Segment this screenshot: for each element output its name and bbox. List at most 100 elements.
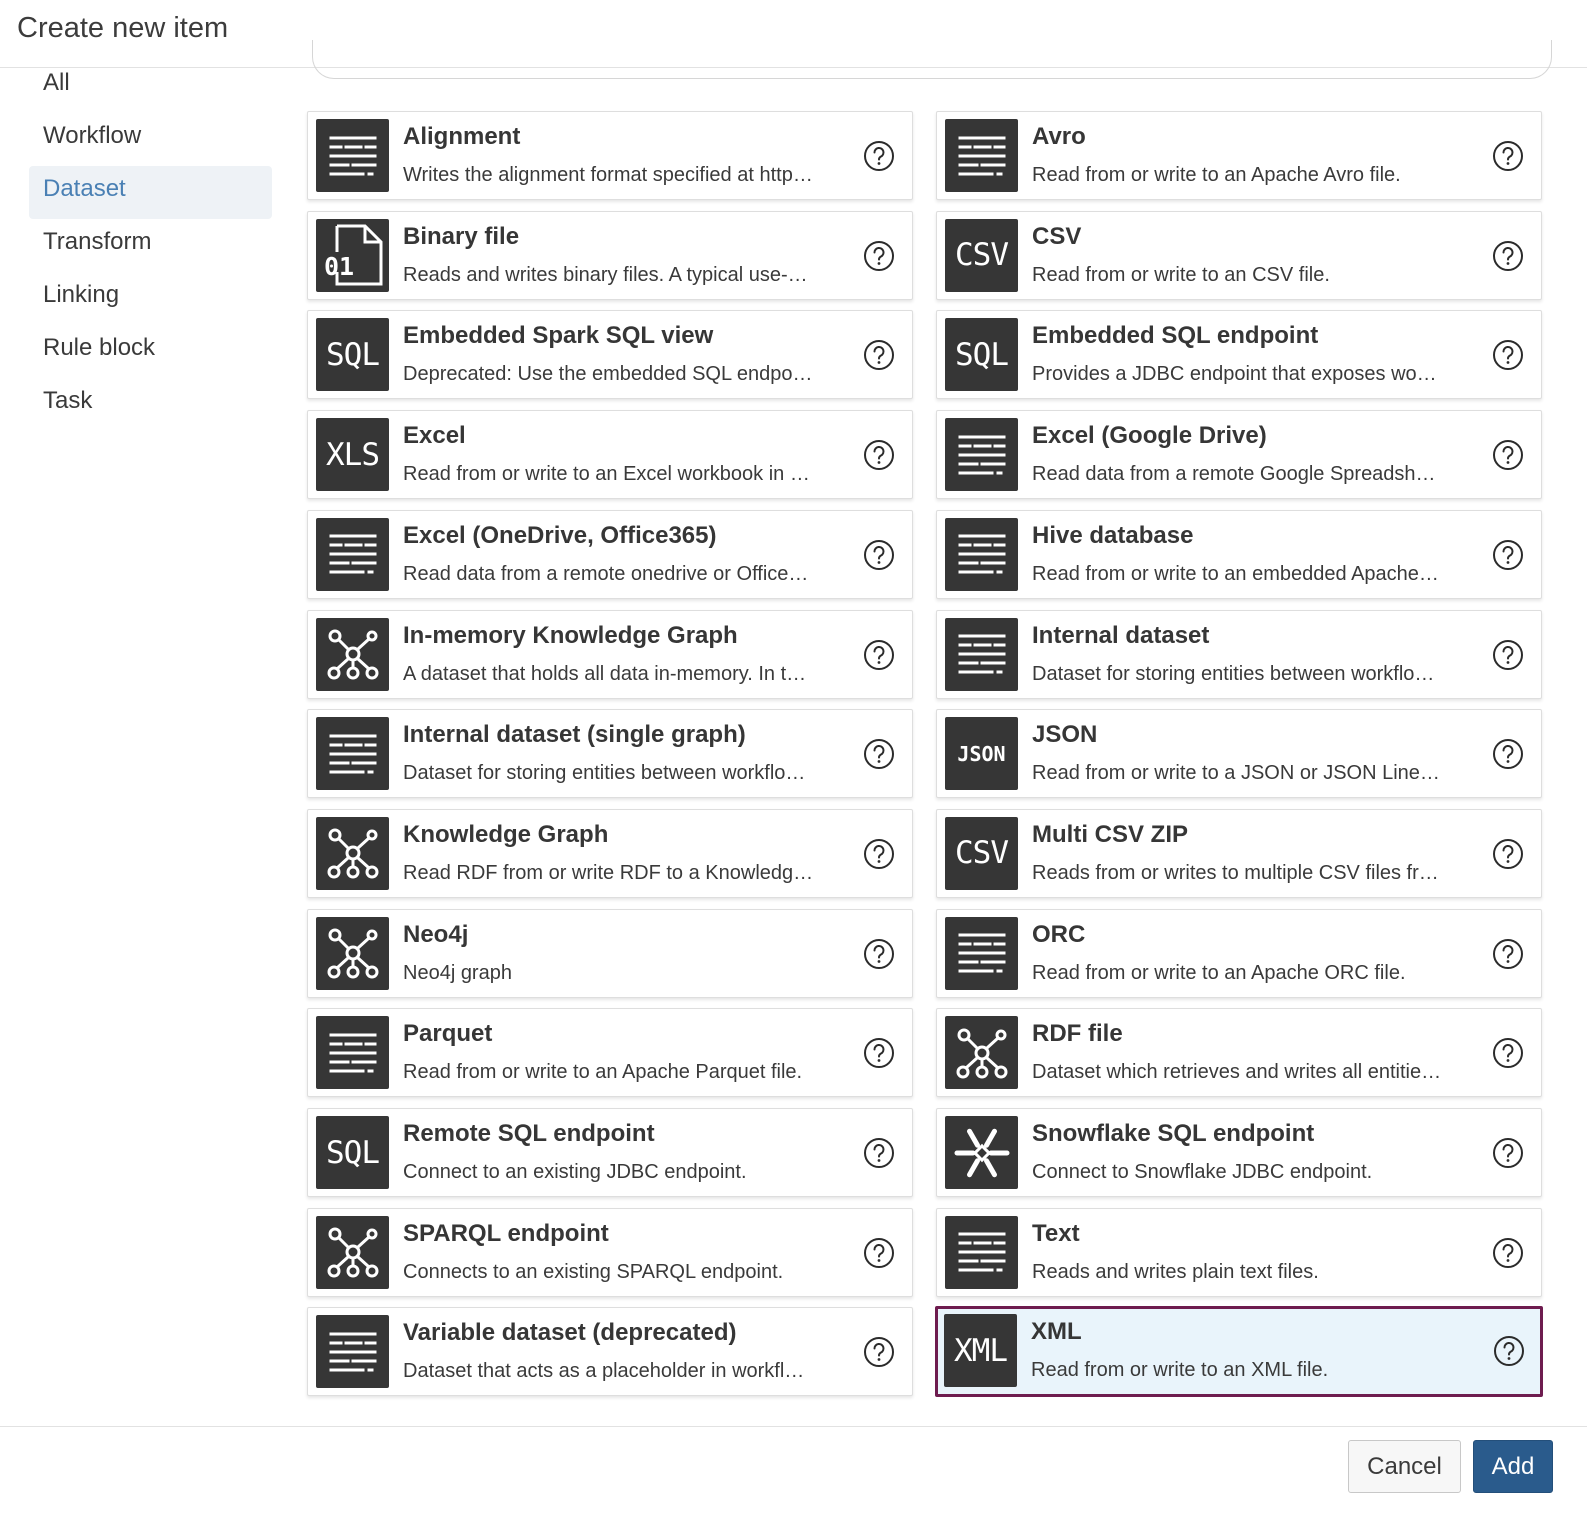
item-title: Variable dataset (deprecated) xyxy=(403,1319,737,1347)
item-title: Alignment xyxy=(403,123,521,150)
item-card-parquet[interactable]: Parquet Read from or write to an Apache P… xyxy=(307,1008,913,1098)
item-title: Binary file xyxy=(403,222,520,250)
help-icon[interactable] xyxy=(1492,1237,1524,1269)
help-icon[interactable] xyxy=(863,140,895,172)
icon-label: JSON xyxy=(957,741,1006,766)
icon-label: CSV xyxy=(955,835,1009,872)
item-description: Dataset which retrieves and writes all e… xyxy=(1032,1061,1442,1084)
xls-icon: XLS xyxy=(316,418,389,492)
sidebar-item-transform[interactable]: Transform xyxy=(29,219,272,272)
help-icon[interactable] xyxy=(863,838,895,870)
item-card-excel[interactable]: XLS Excel Read from or write to an Excel w… xyxy=(307,410,913,500)
item-title: JSON xyxy=(1032,721,1098,749)
help-icon[interactable] xyxy=(1492,1137,1524,1169)
item-description: Connects to an existing SPARQL endpoint. xyxy=(403,1260,784,1283)
item-card-internal-dataset[interactable]: Internal dataset Dataset for storing enti… xyxy=(936,609,1542,699)
doc-lines-icon xyxy=(945,517,1018,591)
help-icon[interactable] xyxy=(863,240,895,272)
item-description: Provides a JDBC endpoint that exposes wo… xyxy=(1032,363,1437,386)
item-description: Read data from a remote onedrive or Offi… xyxy=(403,562,809,585)
help-icon[interactable] xyxy=(1492,838,1524,870)
graph-icon xyxy=(945,1016,1018,1090)
sidebar-item-rule-block[interactable]: Rule block xyxy=(29,325,272,378)
item-card-csv[interactable]: CSV CSV Read from or write to an CSV file. xyxy=(936,210,1542,300)
item-card-sparql-endpoint[interactable]: SPARQL endpoint Connects to an existing S… xyxy=(307,1207,913,1297)
help-icon[interactable] xyxy=(1492,339,1524,371)
item-card-neo4j[interactable]: Neo4j Neo4j graph xyxy=(307,908,913,998)
graph-icon xyxy=(316,816,389,890)
item-card-internal-dataset-single-graph[interactable]: Internal dataset (single graph) Dataset f… xyxy=(307,709,913,799)
json-icon: JSON xyxy=(945,717,1018,791)
sidebar-item-workflow[interactable]: Workflow xyxy=(29,113,272,166)
help-icon[interactable] xyxy=(863,1137,895,1169)
help-icon[interactable] xyxy=(863,339,895,371)
item-card-multi-csv-zip[interactable]: CSV Multi CSV ZIP Reads from or writes to … xyxy=(936,808,1542,898)
sidebar-item-linking[interactable]: Linking xyxy=(29,272,272,325)
item-card-knowledge-graph[interactable]: Knowledge Graph Read RDF from or write RD… xyxy=(307,808,913,898)
binary-file-icon: 01 xyxy=(316,218,389,292)
item-card-in-memory-knowledge-graph[interactable]: In-memory Knowledge Graph A dataset that … xyxy=(307,609,913,699)
help-icon[interactable] xyxy=(1492,938,1524,970)
item-title: Avro xyxy=(1032,123,1086,150)
help-icon[interactable] xyxy=(1493,1335,1525,1367)
item-title: Internal dataset (single graph) xyxy=(403,721,746,749)
help-icon[interactable] xyxy=(1492,140,1524,172)
help-icon[interactable] xyxy=(1492,738,1524,770)
help-icon[interactable] xyxy=(863,1336,895,1368)
search-input[interactable] xyxy=(312,40,1552,79)
help-icon[interactable] xyxy=(863,738,895,770)
sidebar-item-dataset[interactable]: Dataset xyxy=(29,166,272,219)
item-card-xml[interactable]: XML XML Read from or write to an XML file. xyxy=(935,1306,1543,1398)
item-description: Read from or write to an Apache Avro fil… xyxy=(1032,164,1401,186)
item-card-embedded-sql-endpoint[interactable]: SQL Embedded SQL endpoint Provides a JDBC … xyxy=(936,310,1542,400)
item-card-rdf-file[interactable]: RDF file Dataset which retrieves and writ… xyxy=(936,1008,1542,1098)
help-icon[interactable] xyxy=(1492,1037,1524,1069)
item-description: Read data from a remote Google Spreadsh… xyxy=(1032,463,1436,486)
item-description: Read from or write to an CSV file. xyxy=(1032,263,1330,286)
item-description: Deprecated: Use the embedded SQL endpo… xyxy=(403,363,813,386)
item-card-snowflake-sql-endpoint[interactable]: Snowflake SQL endpoint Connect to Snowfla… xyxy=(936,1108,1542,1197)
item-description: A dataset that holds all data in-memory.… xyxy=(403,662,807,685)
item-description: Writes the alignment format specified at… xyxy=(403,164,813,186)
item-card-binary-file[interactable]: 01 Binary file Reads and writes binary fil… xyxy=(307,210,913,300)
help-icon[interactable] xyxy=(1492,240,1524,272)
item-card-json[interactable]: JSON JSON Read from or write to a JSON or … xyxy=(936,709,1542,799)
sql-icon: SQL xyxy=(316,1116,389,1189)
item-description: Read from or write to an Apache Parquet … xyxy=(403,1061,803,1084)
item-card-hive-database[interactable]: Hive database Read from or write to an em… xyxy=(936,509,1542,599)
sidebar-item-all[interactable]: All xyxy=(29,60,272,113)
item-card-text[interactable]: Text Reads and writes plain text files. xyxy=(936,1207,1542,1297)
category-sidebar: All Workflow Dataset Transform Linking Rule b… xyxy=(29,60,272,431)
doc-lines-icon xyxy=(316,517,389,591)
item-title: SPARQL endpoint xyxy=(403,1219,609,1247)
graph-icon xyxy=(316,916,389,990)
help-icon[interactable] xyxy=(863,938,895,970)
add-button[interactable]: Add xyxy=(1473,1440,1553,1493)
doc-lines-icon xyxy=(316,1016,389,1090)
item-description: Reads and writes plain text files. xyxy=(1032,1260,1319,1283)
item-card-avro[interactable]: Avro Read from or write to an Apache Avro… xyxy=(936,111,1542,200)
item-card-embedded-spark-sql-view[interactable]: SQL Embedded Spark SQL view Deprecated: Us… xyxy=(307,310,913,400)
item-card-alignment[interactable]: Alignment Writes the alignment format spe… xyxy=(307,111,913,200)
item-description: Neo4j graph xyxy=(403,961,512,984)
item-card-excel-google-drive[interactable]: Excel (Google Drive) Read data from a rem… xyxy=(936,410,1542,500)
doc-lines-icon xyxy=(945,418,1018,492)
cancel-button[interactable]: Cancel xyxy=(1348,1440,1461,1493)
help-icon[interactable] xyxy=(863,639,895,671)
item-card-remote-sql-endpoint[interactable]: SQL Remote SQL endpoint Connect to an exis… xyxy=(307,1108,913,1197)
dialog-title: Create new item xyxy=(17,12,229,44)
help-icon[interactable] xyxy=(1492,539,1524,571)
item-card-orc[interactable]: ORC Read from or write to an Apache ORC f… xyxy=(936,908,1542,998)
sidebar-item-task[interactable]: Task xyxy=(29,378,272,431)
help-icon[interactable] xyxy=(1492,639,1524,671)
item-card-excel-onedrive-office365[interactable]: Excel (OneDrive, Office365) Read data fro… xyxy=(307,509,913,599)
doc-lines-icon xyxy=(945,617,1018,691)
help-icon[interactable] xyxy=(863,439,895,471)
help-icon[interactable] xyxy=(1492,439,1524,471)
help-icon[interactable] xyxy=(863,1037,895,1069)
item-card-variable-dataset-deprecated[interactable]: Variable dataset (deprecated) Dataset tha… xyxy=(307,1307,913,1397)
item-description: Read RDF from or write RDF to a Knowledg… xyxy=(403,861,814,884)
help-icon[interactable] xyxy=(863,1237,895,1269)
help-icon[interactable] xyxy=(863,539,895,571)
icon-label: SQL xyxy=(326,336,380,373)
